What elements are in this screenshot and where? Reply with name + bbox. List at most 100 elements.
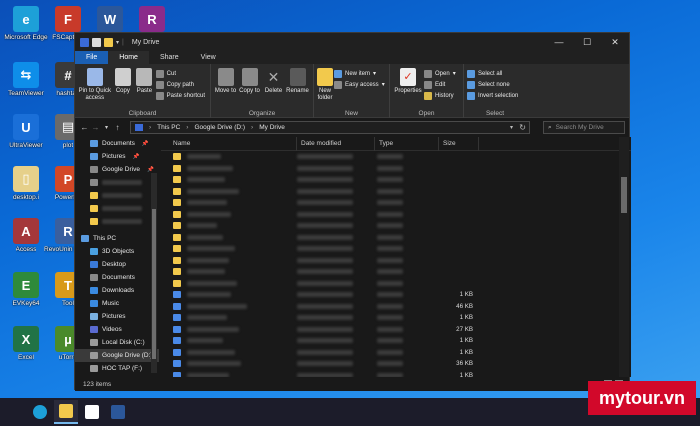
taskbar-word[interactable] xyxy=(106,400,130,424)
taskbar-edge[interactable] xyxy=(28,400,52,424)
desktop-shortcut[interactable]: ⇆ TeamViewer xyxy=(2,62,50,98)
desktop-shortcut[interactable]: W xyxy=(86,6,134,34)
tab-view[interactable]: View xyxy=(190,51,227,64)
breadcrumb-this-pc[interactable]: This PC xyxy=(157,124,180,131)
up-arrow-icon[interactable]: ↑ xyxy=(112,123,123,132)
nav-item[interactable]: 3D Objects xyxy=(75,245,159,258)
nav-item[interactable]: Downloads xyxy=(75,284,159,297)
nav-item[interactable]: Google Drive (D:) xyxy=(75,349,159,362)
organize-group: Move to Copy to ✕ Delete Rename Organize xyxy=(211,64,314,118)
nav-item[interactable]: Documents xyxy=(75,271,159,284)
forward-arrow-icon[interactable]: → xyxy=(90,123,101,132)
file-row[interactable] xyxy=(161,186,631,198)
file-row[interactable]: 27 KB xyxy=(161,324,631,336)
tab-file[interactable]: File xyxy=(75,51,109,64)
open-group: ✓ Properties Open ▾ Edit History Open xyxy=(390,64,464,118)
desktop-shortcut[interactable]: X Excel xyxy=(2,326,50,362)
column-date-modified[interactable]: Date modified xyxy=(297,137,375,151)
file-row[interactable]: 1 KB xyxy=(161,347,631,359)
column-size[interactable]: Size xyxy=(439,137,479,151)
nav-scrollbar-thumb[interactable] xyxy=(152,209,156,359)
file-name-cell xyxy=(161,360,297,368)
back-arrow-icon[interactable]: ← xyxy=(79,123,90,132)
column-name[interactable]: Name xyxy=(161,137,297,151)
search-input[interactable]: ⌕ Search My Drive xyxy=(543,121,625,134)
desktop-shortcut[interactable]: ▯ desktop.i xyxy=(2,166,50,202)
tab-home[interactable]: Home xyxy=(108,51,149,64)
file-row[interactable]: 1 KB xyxy=(161,370,631,377)
nav-item[interactable]: HOC TAP (F:) xyxy=(75,362,159,375)
taskbar-store[interactable] xyxy=(80,400,104,424)
file-row[interactable] xyxy=(161,209,631,221)
copy-path-label: Copy path xyxy=(166,81,195,88)
select-all-button[interactable]: Select all xyxy=(467,69,518,78)
cut-button[interactable]: Cut xyxy=(155,69,205,78)
tab-share[interactable]: Share xyxy=(149,51,190,64)
nav-item[interactable]: This PC xyxy=(75,232,159,245)
new-folder-quick-icon[interactable] xyxy=(104,37,113,47)
windows-start-button[interactable] xyxy=(2,400,26,424)
desktop-shortcut[interactable]: E EVKey64 xyxy=(2,272,50,308)
file-row[interactable] xyxy=(161,220,631,232)
nav-item[interactable]: Pictures 📌 xyxy=(75,150,159,163)
file-row[interactable] xyxy=(161,151,631,163)
address-dropdown-icon[interactable]: ▾ xyxy=(510,124,513,131)
nav-item-label: Google Drive (D:) xyxy=(102,352,153,359)
easy-access-button[interactable]: Easy access ▾ xyxy=(334,80,385,89)
nav-item-redacted[interactable] xyxy=(75,176,159,189)
file-row[interactable] xyxy=(161,278,631,290)
file-row[interactable] xyxy=(161,255,631,267)
breadcrumb-my-drive[interactable]: My Drive xyxy=(259,124,285,131)
column-type[interactable]: Type xyxy=(375,137,439,151)
file-list-scrollbar-thumb[interactable] xyxy=(621,177,627,213)
nav-item-redacted[interactable] xyxy=(75,215,159,228)
invert-selection-button[interactable]: Invert selection xyxy=(467,91,518,100)
file-row[interactable]: 46 KB xyxy=(161,301,631,313)
nav-scrollbar[interactable] xyxy=(151,173,157,373)
nav-item[interactable]: Local Disk (C:) xyxy=(75,336,159,349)
nav-item-redacted[interactable] xyxy=(75,189,159,202)
maximize-button[interactable]: ☐ xyxy=(573,33,601,51)
desktop-shortcut[interactable]: U UltraViewer xyxy=(2,114,50,150)
file-list-scrollbar[interactable] xyxy=(619,137,629,377)
file-row[interactable] xyxy=(161,197,631,209)
nav-item-redacted[interactable] xyxy=(75,202,159,215)
type-cell xyxy=(377,338,439,344)
properties-quick-icon[interactable] xyxy=(92,37,101,47)
address-bar[interactable]: › This PC › Google Drive (D:) › My Drive… xyxy=(130,121,530,134)
paste-shortcut-button[interactable]: Paste shortcut xyxy=(155,91,205,100)
nav-item[interactable]: Documents 📌 xyxy=(75,137,159,150)
word-icon xyxy=(111,405,125,419)
close-button[interactable]: ✕ xyxy=(601,33,629,51)
customize-toolbar-icon[interactable]: ▾ xyxy=(116,39,119,46)
taskbar-file-explorer[interactable] xyxy=(54,400,78,424)
desktop-shortcut[interactable]: e Microsoft Edge xyxy=(2,6,50,42)
recent-locations-chevron-icon[interactable]: ▾ xyxy=(101,124,112,131)
file-row[interactable]: 1 KB xyxy=(161,312,631,324)
new-item-button[interactable]: New item ▾ xyxy=(334,69,385,78)
history-button[interactable]: History xyxy=(424,91,456,100)
nav-item[interactable]: Music xyxy=(75,297,159,310)
copy-path-button[interactable]: Copy path xyxy=(155,80,205,89)
file-row[interactable] xyxy=(161,232,631,244)
breadcrumb-google-drive[interactable]: Google Drive (D:) xyxy=(194,124,245,131)
refresh-icon[interactable]: ↻ xyxy=(519,123,526,132)
edit-button[interactable]: Edit xyxy=(424,80,456,89)
file-row[interactable] xyxy=(161,163,631,175)
file-row[interactable] xyxy=(161,266,631,278)
title-bar[interactable]: ▾ | My Drive — ☐ ✕ xyxy=(75,33,629,51)
minimize-button[interactable]: — xyxy=(545,33,573,51)
open-button[interactable]: Open ▾ xyxy=(424,69,456,78)
file-row[interactable]: 36 KB xyxy=(161,358,631,370)
nav-item[interactable]: Videos xyxy=(75,323,159,336)
file-row[interactable] xyxy=(161,174,631,186)
file-row[interactable] xyxy=(161,243,631,255)
nav-item[interactable]: Pictures xyxy=(75,310,159,323)
nav-item[interactable]: Desktop xyxy=(75,258,159,271)
nav-item[interactable]: Google Drive 📌 xyxy=(75,163,159,176)
desktop-shortcut[interactable]: A Access xyxy=(2,218,50,254)
file-row[interactable]: 1 KB xyxy=(161,289,631,301)
select-none-button[interactable]: Select none xyxy=(467,80,518,89)
desktop-shortcut[interactable]: R xyxy=(128,6,176,34)
file-row[interactable]: 1 KB xyxy=(161,335,631,347)
